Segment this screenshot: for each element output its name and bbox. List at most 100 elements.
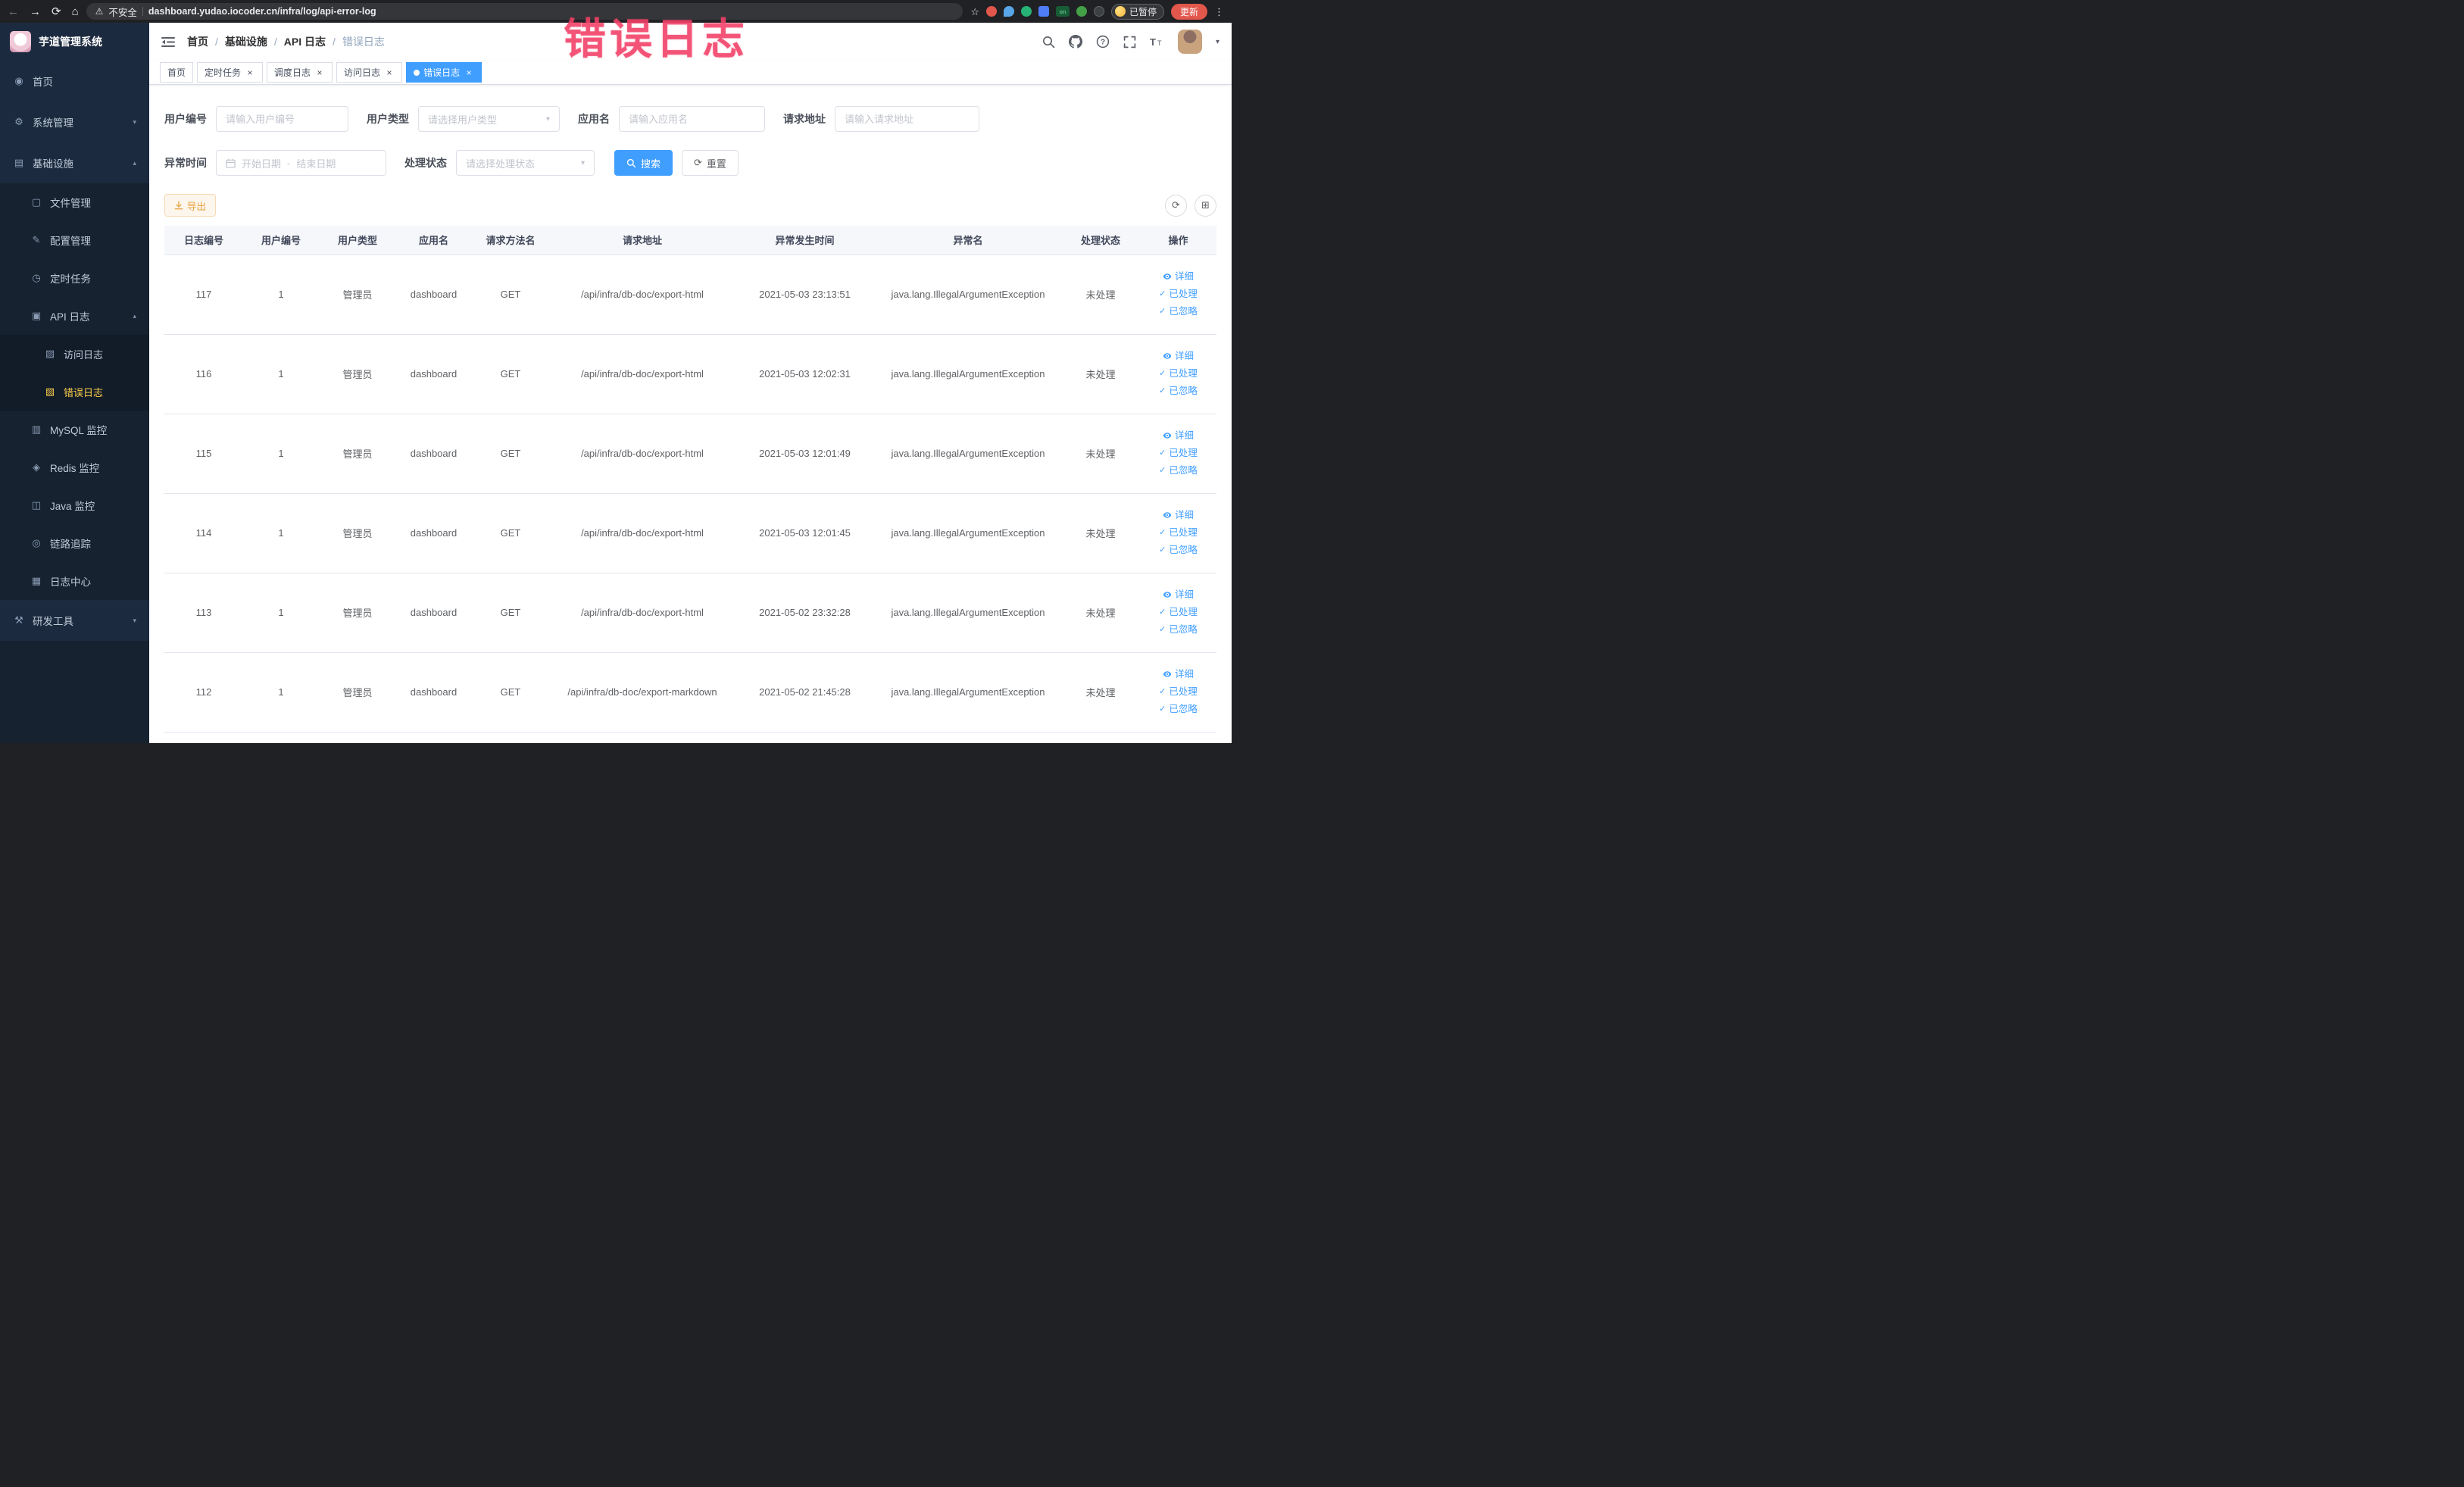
export-button[interactable]: 导出 <box>164 194 217 217</box>
page-tab[interactable]: 定时任务 × <box>197 62 264 83</box>
sidebar-item[interactable]: ▨ 访问日志 <box>0 335 149 373</box>
page-tab[interactable]: 错误日志 × <box>406 62 482 83</box>
exception-time-range[interactable]: 开始日期 - 结束日期 <box>216 150 386 176</box>
breadcrumb-item[interactable]: 首页 / <box>187 34 218 49</box>
user-id-input[interactable] <box>216 106 348 132</box>
table-row: 114 1 管理员 dashboard GET /api/infra/db-do… <box>164 493 1216 573</box>
bookmark-star-icon[interactable]: ☆ <box>970 7 979 17</box>
close-tab-icon[interactable]: × <box>464 67 474 78</box>
sidebar-item[interactable]: ◉ 首页 <box>0 61 149 102</box>
sidebar-item[interactable]: ▥ MySQL 监控 <box>0 411 149 448</box>
reset-button[interactable]: ⟳ 重置 <box>682 150 739 176</box>
chevron-down-icon[interactable]: ▾ <box>1216 38 1220 46</box>
app-logo[interactable]: 芋道管理系统 <box>0 23 149 61</box>
mark-ignored-link[interactable]: ✓ 已忽略 <box>1143 383 1213 400</box>
home-icon[interactable]: ⌂ <box>72 6 79 17</box>
breadcrumb-item[interactable]: API 日志 / <box>284 34 336 49</box>
svg-text:T: T <box>1150 36 1156 48</box>
sidebar-item[interactable]: ▢ 文件管理 <box>0 183 149 221</box>
search-icon[interactable] <box>1042 36 1055 48</box>
breadcrumb-item[interactable]: 错误日志 / <box>342 34 385 49</box>
user-avatar[interactable] <box>1177 30 1202 54</box>
user-type-select[interactable]: 请选择用户类型 ▾ <box>418 106 560 132</box>
mark-processed-link[interactable]: ✓ 已处理 <box>1143 286 1213 303</box>
sidebar-item-label: Redis 监控 <box>50 463 100 474</box>
mark-ignored-link[interactable]: ✓ 已忽略 <box>1143 542 1213 559</box>
sidebar-item[interactable]: ✎ 配置管理 <box>0 221 149 259</box>
detail-link[interactable]: 详细 <box>1143 427 1213 445</box>
page-tab[interactable]: 调度日志 × <box>267 62 333 83</box>
back-icon[interactable]: ← <box>8 6 19 17</box>
cell-status: 未处理 <box>1061 573 1140 653</box>
sidebar-item[interactable]: ◫ Java 监控 <box>0 486 149 524</box>
check-icon: ✓ <box>1159 448 1166 458</box>
process-status-select[interactable]: 请选择处理状态 ▾ <box>456 150 595 176</box>
address-bar[interactable]: ⚠ 不安全 dashboard.yudao.iocoder.cn/infra/l… <box>86 3 963 20</box>
page-tab[interactable]: 访问日志 × <box>336 62 403 83</box>
cell-log-id: 112 <box>164 652 243 733</box>
mark-ignored-link[interactable]: ✓ 已忽略 <box>1143 621 1213 639</box>
github-icon[interactable] <box>1068 35 1082 48</box>
detail-link[interactable]: 详细 <box>1143 507 1213 524</box>
detail-link[interactable]: 详细 <box>1143 268 1213 286</box>
reload-icon[interactable]: ⟳ <box>52 6 61 17</box>
detail-link[interactable]: 详细 <box>1143 586 1213 604</box>
sidebar-item[interactable]: ◎ 链路追踪 <box>0 524 149 562</box>
sidebar-item[interactable]: ▣ API 日志 ▴ <box>0 297 149 335</box>
sidebar-item[interactable]: ▤ 基础设施 ▴ <box>0 142 149 183</box>
help-icon[interactable]: ? <box>1096 35 1110 48</box>
mark-processed-link[interactable]: ✓ 已处理 <box>1143 604 1213 621</box>
collapse-sidebar-icon[interactable] <box>161 36 175 48</box>
extension-icon[interactable] <box>1038 6 1049 17</box>
breadcrumb-item[interactable]: 基础设施 / <box>225 34 277 49</box>
mark-processed-link[interactable]: ✓ 已处理 <box>1143 445 1213 462</box>
sidebar: 芋道管理系统 ◉ 首页 ⚙ 系统管理 ▾ ▤ 基础设施 ▴ ▢ 文件管理 ✎ 配… <box>0 23 149 743</box>
app-name-input[interactable] <box>619 106 765 132</box>
sidebar-item[interactable]: ◷ 定时任务 <box>0 259 149 297</box>
cell-actions: 详细 ✓ 已处理 ✓ 已忽略 <box>1140 255 1216 335</box>
sidebar-item[interactable]: ⚙ 系统管理 ▾ <box>0 102 149 142</box>
font-size-icon[interactable]: TT <box>1150 36 1164 48</box>
extension-icon[interactable] <box>1020 6 1032 17</box>
detail-link[interactable]: 详细 <box>1143 348 1213 365</box>
extension-icon[interactable] <box>1093 6 1104 17</box>
sidebar-item[interactable]: ▦ 日志中心 <box>0 562 149 600</box>
fullscreen-icon[interactable] <box>1123 36 1136 48</box>
close-tab-icon[interactable]: × <box>384 67 395 78</box>
column-settings-button[interactable]: ⊞ <box>1195 194 1216 217</box>
refresh-table-button[interactable]: ⟳ <box>1165 194 1187 217</box>
browser-menu-icon[interactable]: ⋮ <box>1214 7 1224 17</box>
mark-ignored-link[interactable]: ✓ 已忽略 <box>1143 303 1213 320</box>
extension-icon[interactable] <box>985 6 997 17</box>
sidebar-item[interactable]: ◈ Redis 监控 <box>0 448 149 486</box>
extension-icon[interactable] <box>1003 6 1014 17</box>
request-url-input[interactable] <box>835 106 979 132</box>
start-date-input[interactable]: 开始日期 <box>242 156 281 170</box>
close-tab-icon[interactable]: × <box>314 67 325 78</box>
eye-icon <box>1163 433 1172 439</box>
cell-app-name: dashboard <box>396 493 471 573</box>
extension-icon[interactable] <box>1076 6 1087 17</box>
mark-processed-link[interactable]: ✓ 已处理 <box>1143 365 1213 383</box>
mark-ignored-link[interactable]: ✓ 已忽略 <box>1143 701 1213 718</box>
page-tab[interactable]: 首页 × <box>160 62 194 83</box>
detail-link[interactable]: 详细 <box>1143 666 1213 683</box>
end-date-input[interactable]: 结束日期 <box>296 156 336 170</box>
search-button[interactable]: 搜索 <box>614 150 673 176</box>
process-status-label: 处理状态 <box>404 157 447 169</box>
forward-icon[interactable]: → <box>30 6 41 17</box>
mark-processed-link[interactable]: ✓ 已处理 <box>1143 683 1213 701</box>
tools-icon: ⚒ <box>14 614 23 626</box>
close-tab-icon[interactable]: × <box>245 67 255 78</box>
profile-paused-badge[interactable]: 已暂停 <box>1110 3 1164 20</box>
mark-processed-link[interactable]: ✓ 已处理 <box>1143 524 1213 542</box>
home-icon: ◉ <box>14 75 23 86</box>
cell-user-id: 1 <box>243 573 319 653</box>
sidebar-item[interactable]: ⚒ 研发工具 ▾ <box>0 600 149 641</box>
sidebar-item-label: MySQL 监控 <box>50 425 108 436</box>
browser-update-button[interactable]: 更新 <box>1170 3 1207 20</box>
mark-ignored-link[interactable]: ✓ 已忽略 <box>1143 462 1213 480</box>
sidebar-item-label: 系统管理 <box>33 117 73 129</box>
extension-on-badge[interactable]: on <box>1055 6 1070 17</box>
sidebar-item[interactable]: ▧ 错误日志 <box>0 373 149 411</box>
